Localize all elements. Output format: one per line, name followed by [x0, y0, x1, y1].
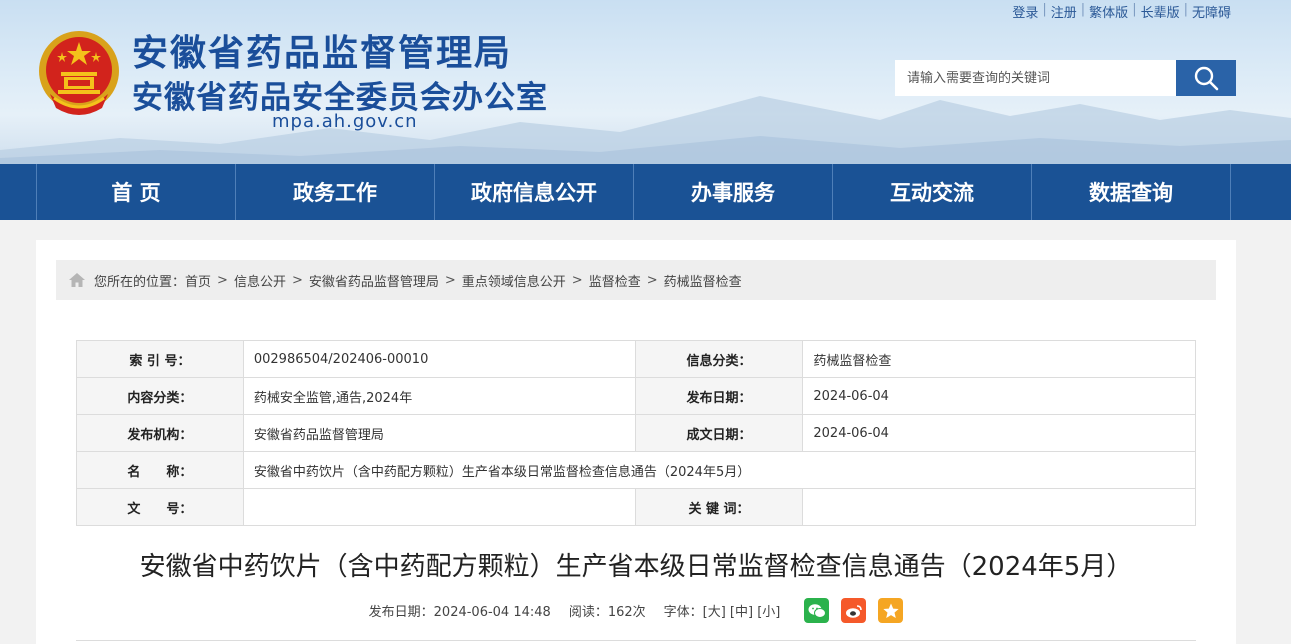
- breadcrumb: 您所在的位置： 首页 > 信息公开 > 安徽省药品监督管理局 > 重点领域信息公…: [56, 260, 1216, 300]
- content-value: 药械安全监管,通告,2024年: [242, 377, 636, 415]
- name-value: 安徽省中药饮片（含中药配方颗粒）生产省本级日常监督检查信息通告（2024年5月）: [242, 451, 1197, 489]
- wechat-icon[interactable]: [804, 598, 830, 623]
- index-value: 002986504/202406-00010: [242, 340, 636, 378]
- breadcrumb-item[interactable]: 信息公开: [234, 271, 286, 290]
- breadcrumb-item[interactable]: 首页: [185, 271, 211, 290]
- nav-home[interactable]: 首 页: [37, 164, 236, 220]
- nav-data-query[interactable]: 数据查询: [1032, 164, 1231, 220]
- search-input[interactable]: [895, 60, 1176, 96]
- created-label: 成文日期：: [634, 414, 804, 452]
- site-title: 安徽省药品监督管理局: [132, 33, 513, 74]
- table-row: 内容分类： 药械安全监管,通告,2024年 发布日期： 2024-06-04: [76, 377, 1196, 415]
- search-button[interactable]: [1176, 60, 1236, 96]
- metadata-table: 索 引 号： 002986504/202406-00010 信息分类： 药械监督…: [76, 340, 1197, 526]
- nav-services[interactable]: 办事服务: [634, 164, 833, 220]
- table-row: 发布机构： 安徽省药品监督管理局 成文日期： 2024-06-04: [76, 414, 1196, 452]
- divider: [76, 640, 1196, 641]
- index-label: 索 引 号：: [76, 340, 244, 378]
- search-icon: [1194, 66, 1219, 91]
- breadcrumb-item[interactable]: 药械监督检查: [664, 271, 742, 290]
- docno-label: 文 号：: [76, 488, 244, 526]
- elder-version-link[interactable]: 长辈版: [1137, 2, 1184, 21]
- main-content: 您所在的位置： 首页 > 信息公开 > 安徽省药品监督管理局 > 重点领域信息公…: [36, 240, 1236, 644]
- traditional-link[interactable]: 繁体版: [1085, 2, 1132, 21]
- site-header: 安徽省药品监督管理局 安徽省药品安全委员会办公室 mpa.ah.gov.cn 登…: [0, 0, 1291, 164]
- view-count: 阅读：162次: [568, 605, 646, 620]
- login-link[interactable]: 登录: [1008, 2, 1042, 21]
- accessibility-link[interactable]: 无障碍: [1188, 2, 1235, 21]
- breadcrumb-separator: >: [571, 272, 583, 288]
- nav-government-work[interactable]: 政务工作: [236, 164, 435, 220]
- breadcrumb-item[interactable]: 安徽省药品监督管理局: [309, 271, 439, 290]
- docno-value: [242, 488, 636, 526]
- name-label: 名 称：: [76, 451, 244, 489]
- table-row: 文 号： 关 键 词：: [76, 488, 1196, 526]
- register-link[interactable]: 注册: [1047, 2, 1081, 21]
- category-label: 信息分类：: [634, 340, 804, 378]
- pubdate-value: 2024-06-04: [802, 377, 1196, 415]
- breadcrumb-item[interactable]: 监督检查: [589, 271, 641, 290]
- nav-info-disclosure[interactable]: 政府信息公开: [435, 164, 634, 220]
- favorite-icon[interactable]: [878, 598, 904, 623]
- weibo-icon[interactable]: [841, 598, 867, 623]
- table-row: 索 引 号： 002986504/202406-00010 信息分类： 药械监督…: [76, 340, 1196, 378]
- org-value: 安徽省药品监督管理局: [242, 414, 636, 452]
- nav-interaction[interactable]: 互动交流: [833, 164, 1032, 220]
- created-value: 2024-06-04: [802, 414, 1196, 452]
- article-title: 安徽省中药饮片（含中药配方颗粒）生产省本级日常监督检查信息通告（2024年5月）: [139, 552, 1133, 582]
- main-nav: 首 页 政务工作 政府信息公开 办事服务 互动交流 数据查询: [0, 164, 1291, 220]
- breadcrumb-separator: >: [291, 272, 303, 288]
- breadcrumb-item[interactable]: 重点领域信息公开: [462, 271, 566, 290]
- content-label: 内容分类：: [76, 377, 244, 415]
- share-buttons: [804, 598, 904, 623]
- breadcrumb-prefix: 您所在的位置：: [94, 274, 186, 290]
- font-size-control[interactable]: 字体：[大] [中] [小]: [664, 601, 781, 620]
- breadcrumb-separator: >: [646, 272, 658, 288]
- site-domain: mpa.ah.gov.cn: [272, 111, 418, 132]
- national-emblem-icon: [39, 31, 119, 115]
- top-links: 登录 | 注册 | 繁体版 | 长辈版 | 无障碍: [1008, 2, 1235, 21]
- category-value: 药械监督检查: [802, 340, 1196, 378]
- org-label: 发布机构：: [76, 414, 244, 452]
- article-info: 发布日期：2024-06-04 14:48 阅读：162次 字体：[大] [中]…: [36, 598, 1236, 623]
- keywords-value: [802, 488, 1196, 526]
- search-bar: [895, 60, 1236, 96]
- breadcrumb-separator: >: [217, 272, 228, 288]
- pubdate-label: 发布日期：: [634, 377, 804, 415]
- breadcrumb-separator: >: [444, 272, 456, 288]
- publish-time: 发布日期：2024-06-04 14:48: [368, 605, 551, 620]
- keywords-label: 关 键 词：: [634, 488, 804, 526]
- table-row: 名 称： 安徽省中药饮片（含中药配方颗粒）生产省本级日常监督检查信息通告（202…: [76, 451, 1197, 489]
- home-icon: [68, 272, 86, 288]
